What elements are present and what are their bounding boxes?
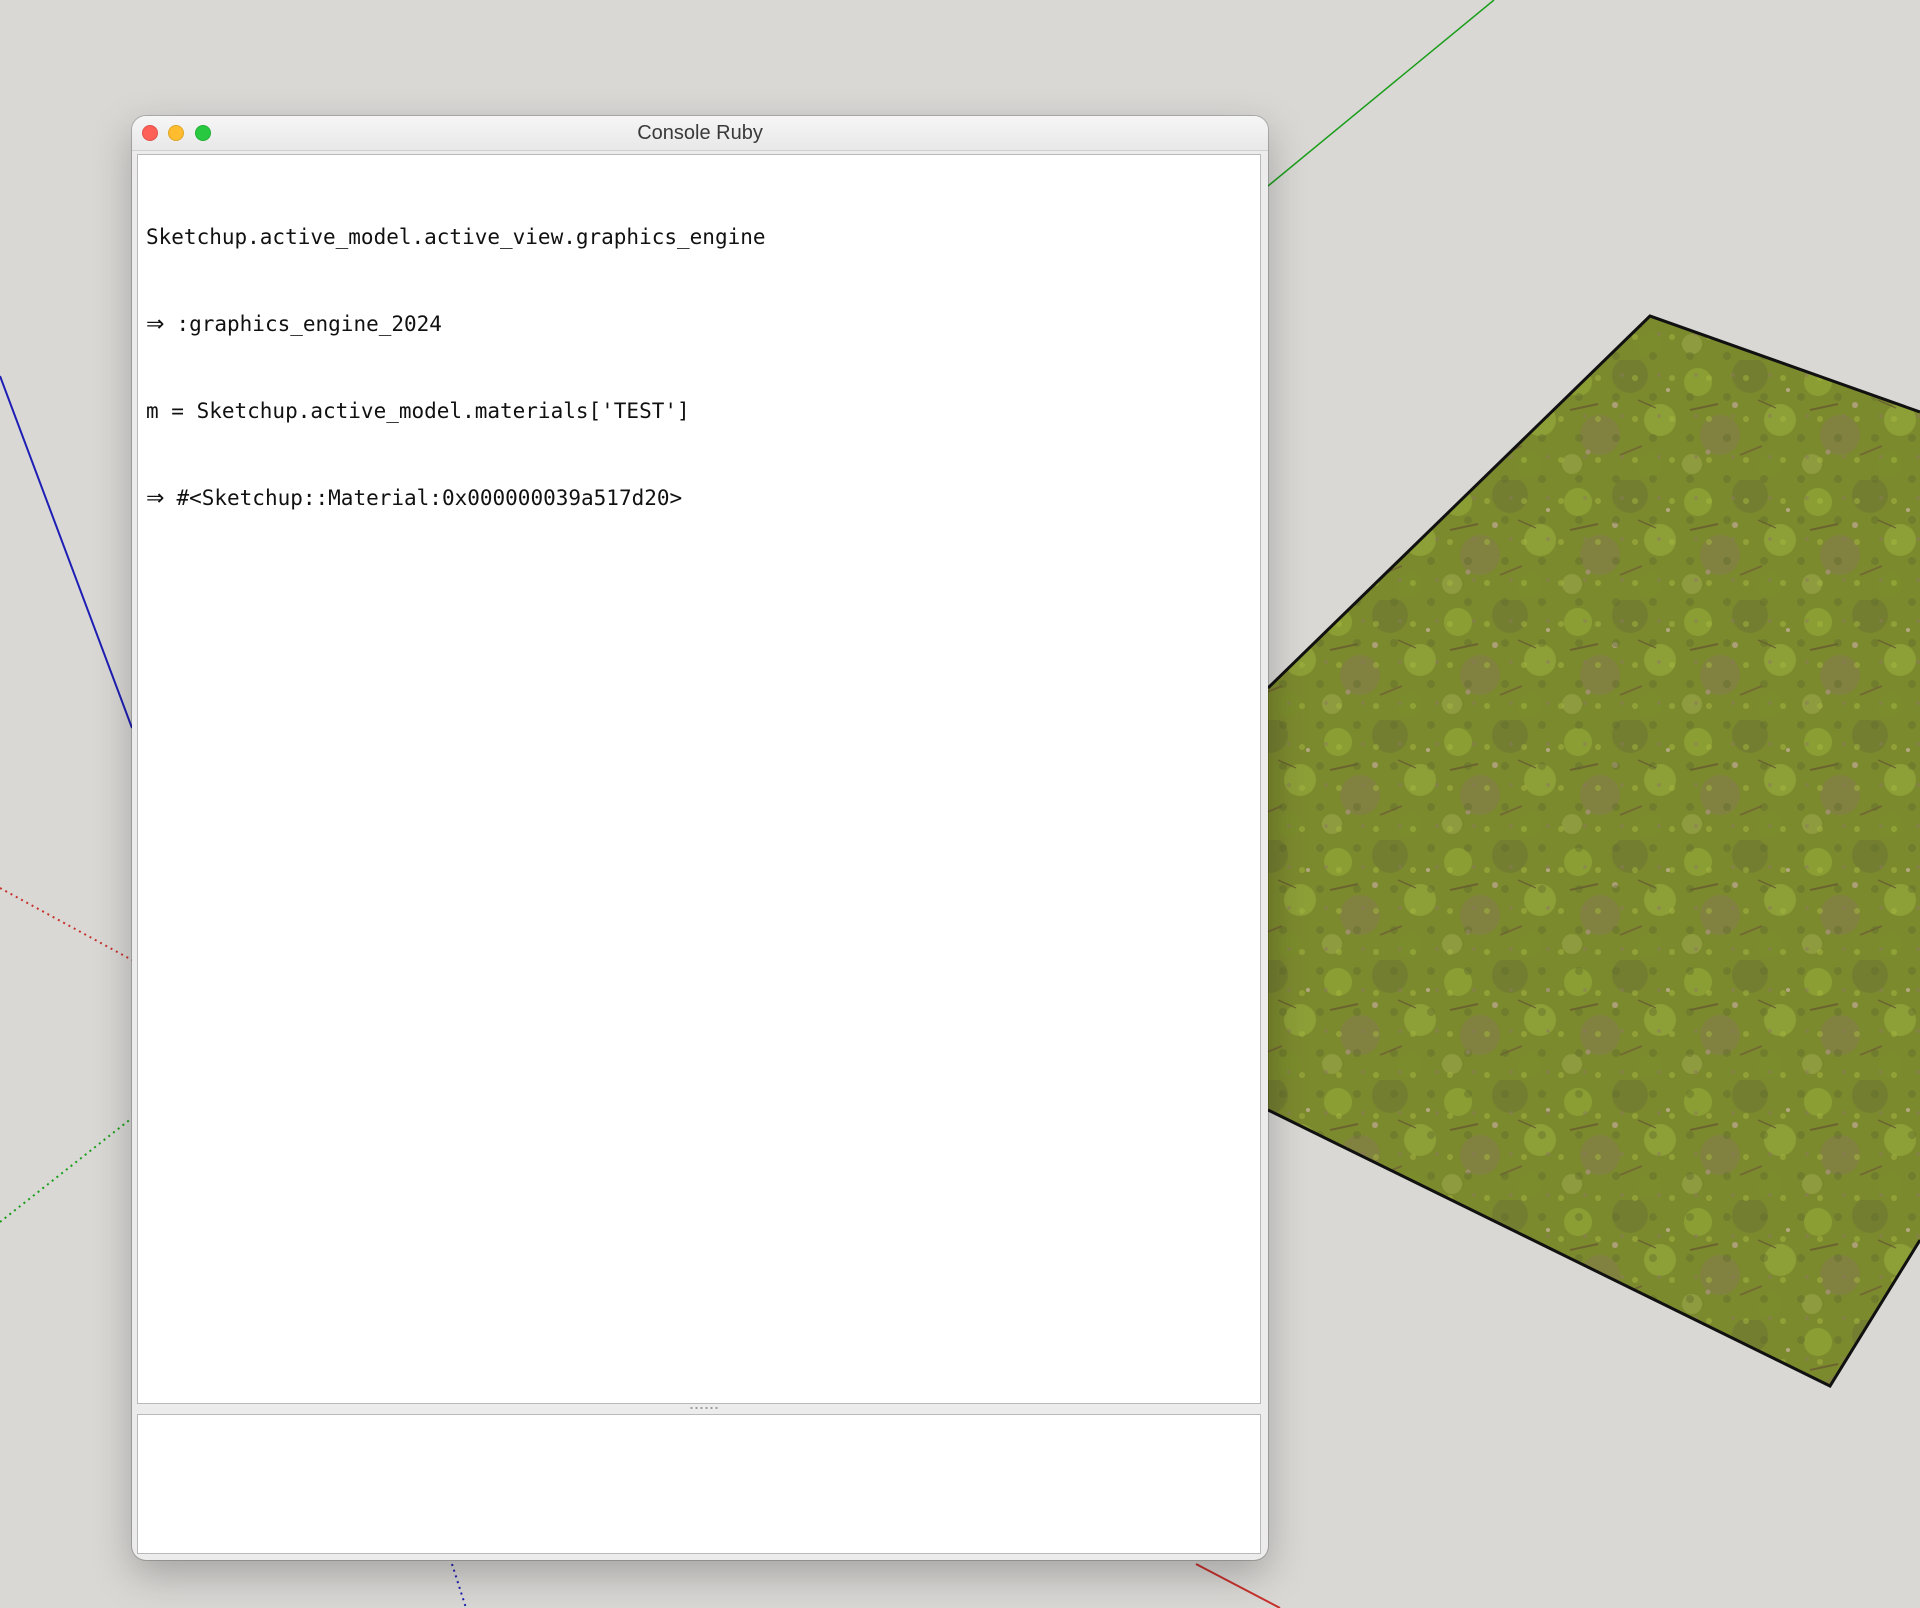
ground-face-speckle (1268, 316, 1920, 1386)
console-line-text: m = Sketchup.active_model.materials['TES… (146, 399, 690, 423)
console-line-text: :graphics_engine_2024 (176, 312, 442, 336)
console-line: Sketchup.active_model.active_view.graphi… (146, 223, 1252, 252)
result-arrow-icon: ⇒ (146, 312, 165, 337)
result-arrow-icon: ⇒ (146, 486, 165, 511)
console-line-text: #<Sketchup::Material:0x000000039a517d20> (176, 486, 683, 510)
console-output[interactable]: Sketchup.active_model.active_view.graphi… (137, 154, 1261, 1404)
splitter-grip-icon (689, 1406, 719, 1410)
blue-axis-dotted (451, 1563, 467, 1608)
console-line: m = Sketchup.active_model.materials['TES… (146, 397, 1252, 426)
green-axis-solid (1267, 0, 1495, 187)
blue-axis-solid (0, 375, 133, 729)
red-axis-solid (1195, 1563, 1281, 1608)
pane-splitter[interactable] (137, 1404, 1261, 1414)
console-input[interactable] (137, 1414, 1261, 1554)
window-title: Console Ruby (637, 122, 763, 144)
green-axis-dotted (0, 1117, 133, 1223)
console-line: ⇒ #<Sketchup::Material:0x000000039a517d20… (146, 484, 1252, 513)
window-titlebar[interactable]: Console Ruby (132, 116, 1268, 151)
red-axis-dotted (0, 887, 133, 961)
console-line-text: Sketchup.active_model.active_view.graphi… (146, 225, 766, 249)
ruby-console-window[interactable]: Console Ruby Sketchup.active_model.activ… (132, 116, 1268, 1560)
console-line: ⇒ :graphics_engine_2024 (146, 310, 1252, 339)
